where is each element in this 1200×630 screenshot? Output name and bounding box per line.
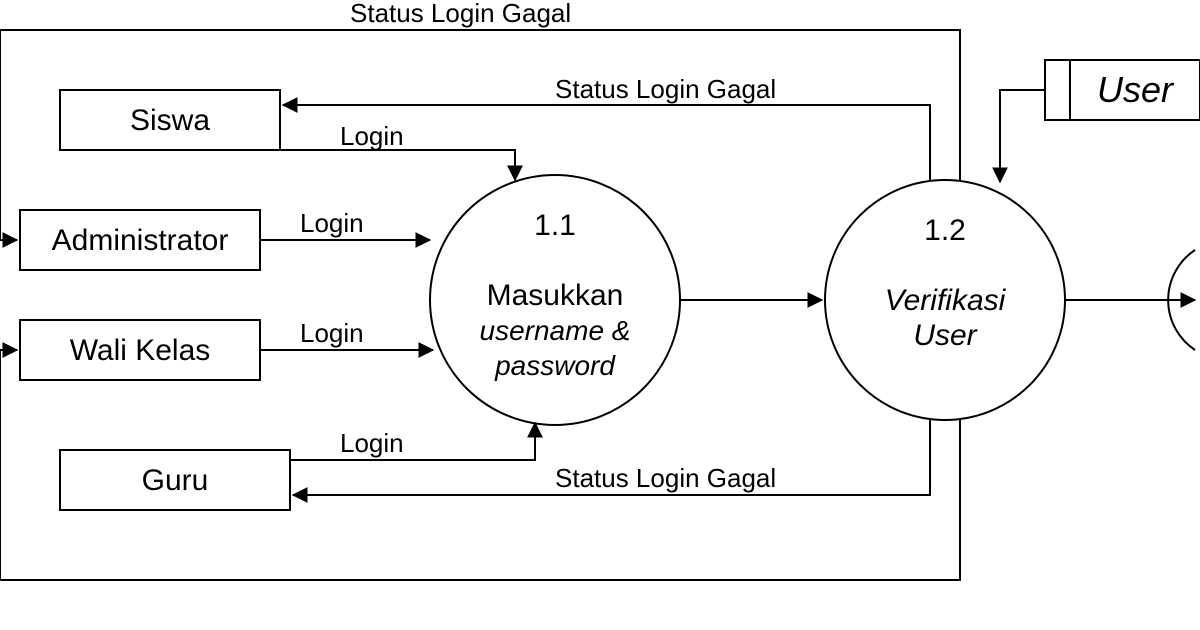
entity-user: User bbox=[1045, 60, 1200, 120]
flow-login-guru-label: Login bbox=[340, 428, 404, 458]
flow-gagal-guru-label: Status Login Gagal bbox=[555, 463, 776, 493]
entity-guru-label: Guru bbox=[142, 464, 209, 497]
entity-administrator-label: Administrator bbox=[52, 224, 229, 257]
flow-gagal-administrator-label: Status Login Gagal bbox=[350, 0, 571, 28]
process-1-2-number: 1.2 bbox=[924, 214, 966, 247]
flow-login-wali-kelas: Login bbox=[260, 318, 433, 350]
entity-siswa-label: Siswa bbox=[130, 104, 210, 137]
process-1-1-line3: password bbox=[494, 350, 616, 381]
entity-guru: Guru bbox=[60, 450, 290, 510]
process-1-1-number: 1.1 bbox=[534, 209, 576, 242]
flow-login-administrator: Login bbox=[260, 208, 430, 240]
entity-siswa: Siswa bbox=[60, 90, 280, 150]
process-1-2-line2: User bbox=[913, 319, 977, 352]
dfd-diagram: Siswa Administrator Wali Kelas Guru User… bbox=[0, 0, 1200, 630]
entity-wali-kelas: Wali Kelas bbox=[20, 320, 260, 380]
flow-login-administrator-label: Login bbox=[300, 208, 364, 238]
entity-wali-kelas-label: Wali Kelas bbox=[70, 334, 211, 367]
process-1-1: 1.1 Masukkan username & password bbox=[430, 175, 680, 425]
flow-gagal-siswa-label: Status Login Gagal bbox=[555, 74, 776, 104]
flow-login-siswa-label: Login bbox=[340, 121, 404, 151]
flow-login-siswa: Login bbox=[280, 121, 515, 180]
entity-administrator: Administrator bbox=[20, 210, 260, 270]
process-1-2: 1.2 Verifikasi User bbox=[825, 180, 1065, 420]
process-1-2-line1: Verifikasi bbox=[885, 284, 1007, 317]
flow-p12-out-right bbox=[1065, 250, 1195, 350]
flow-user-to-p12 bbox=[1000, 90, 1045, 182]
process-1-1-line1: Masukkan bbox=[487, 279, 624, 312]
flow-login-guru: Login bbox=[290, 423, 535, 460]
flow-login-wali-kelas-label: Login bbox=[300, 318, 364, 348]
entity-user-label: User bbox=[1097, 69, 1175, 110]
process-1-1-line2: username & bbox=[480, 315, 631, 346]
